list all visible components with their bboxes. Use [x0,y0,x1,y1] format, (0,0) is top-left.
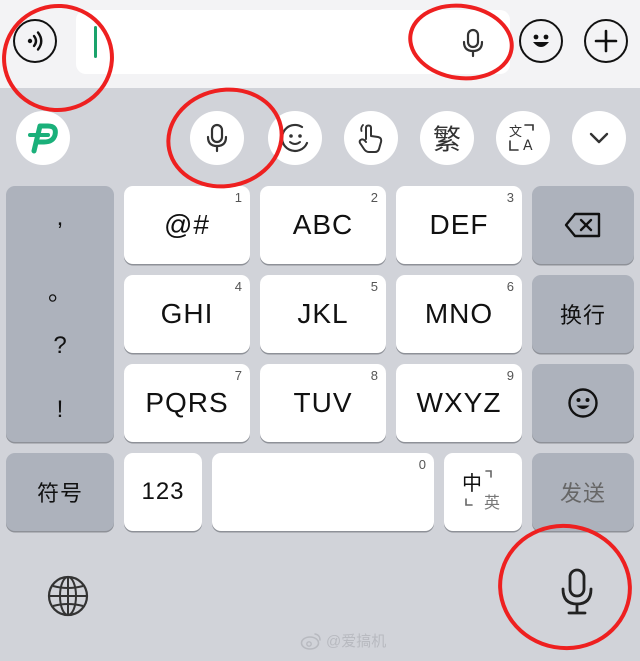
key-6-number: 6 [506,279,514,294]
more-button[interactable] [584,19,628,63]
key-5-number: 5 [370,279,378,294]
svg-text:文: 文 [509,125,522,140]
key-4-label: GHI [160,298,214,329]
key-1[interactable]: @# 1 [124,186,250,264]
backspace-key[interactable] [532,186,634,264]
traditional-chinese-button[interactable]: 繁 [420,111,474,165]
key-5-label: JKL [297,298,349,329]
chevron-down-icon [589,132,609,144]
language-switch-key[interactable]: 中 英 [444,453,522,531]
key-8-number: 8 [370,368,378,383]
key-1-number: 1 [234,190,242,205]
keyboard-brand-button[interactable] [16,111,70,165]
symbols-key[interactable]: 符号 [6,453,114,531]
key-2-number: 2 [370,190,378,205]
key-6-label: MNO [424,298,494,329]
punctuation-exclamation[interactable]: ! [6,396,114,424]
watermark: @爱搞机 [300,630,386,651]
key-4-number: 4 [234,279,242,294]
key-3-label: DEF [429,209,489,240]
symbols-label: 符号 [36,481,83,506]
punctuation-comma[interactable]: , [6,204,114,232]
plus-icon [594,29,618,53]
emoji-icon [533,34,549,47]
translate-icon: 文 A [509,124,534,154]
key-3[interactable]: DEF 3 [396,186,522,264]
send-key[interactable]: 发送 [532,453,634,531]
key-8[interactable]: TUV 8 [260,364,386,442]
key-8-label: TUV [293,387,353,418]
numbers-label: 123 [141,478,185,505]
keyboard-brand-logo [28,123,58,154]
watermark-text: @爱搞机 [326,633,387,650]
handwriting-icon [358,124,383,153]
newline-key[interactable]: 换行 [532,275,634,353]
traditional-chinese-label: 繁 [432,124,461,155]
weibo-logo [300,632,321,650]
handwriting-button[interactable] [344,111,398,165]
key-6[interactable]: MNO 6 [396,275,522,353]
key-7[interactable]: PQRS 7 [124,364,250,442]
globe-icon[interactable] [46,574,90,618]
annotation-circle-toolbar-mic [156,76,294,200]
annotation-circle-bottom-mic [488,513,640,661]
emoji-button[interactable] [519,19,563,63]
key-7-label: PQRS [145,387,229,418]
key-9-label: WXYZ [416,387,502,418]
newline-label: 换行 [559,303,606,328]
key-4[interactable]: GHI 4 [124,275,250,353]
punctuation-period[interactable]: 。 [6,272,114,307]
key-1-label: @# [164,209,210,240]
punctuation-column[interactable]: , 。 ? ! [6,186,114,442]
svg-text:A: A [523,138,533,154]
key-2-label: ABC [292,209,354,240]
key-7-number: 7 [234,368,242,383]
translate-button[interactable]: 文 A [496,111,550,165]
backspace-icon [564,212,601,238]
emoji-key[interactable] [532,364,634,442]
space-key[interactable]: 0 [212,453,434,531]
key-9-number: 9 [506,368,514,383]
space-key-number: 0 [418,457,426,472]
key-2[interactable]: ABC 2 [260,186,386,264]
send-label: 发送 [559,481,606,506]
language-toggle-icon [465,470,492,506]
punctuation-question[interactable]: ? [6,332,114,360]
numbers-key[interactable]: 123 [124,453,202,531]
key-3-number: 3 [506,190,514,205]
collapse-keyboard-button[interactable] [572,111,626,165]
key-9[interactable]: WXYZ 9 [396,364,522,442]
emoji-icon [568,388,598,418]
key-5[interactable]: JKL 5 [260,275,386,353]
